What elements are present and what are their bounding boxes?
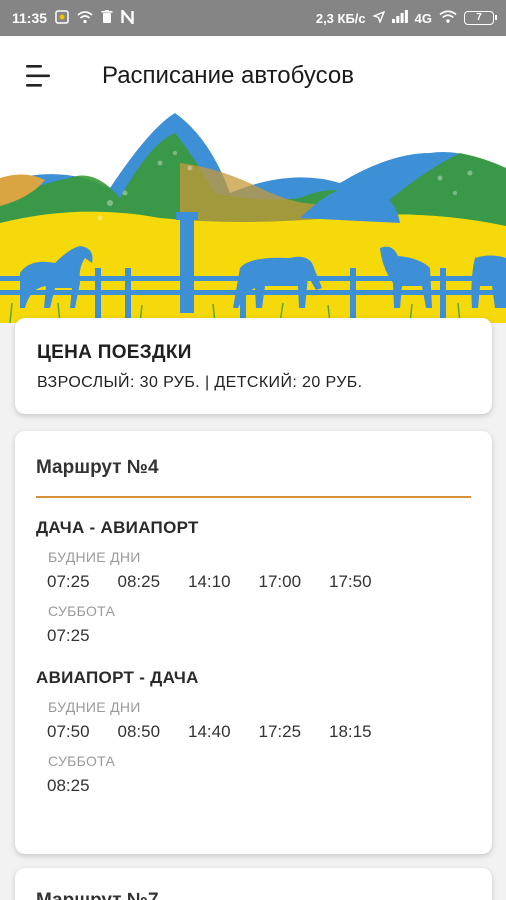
departure-time: 14:40	[188, 722, 231, 741]
departure-time: 07:50	[47, 722, 90, 741]
weekday-times: 07:25 08:25 14:10 17:00 17:50	[47, 572, 471, 592]
location-icon	[371, 10, 385, 26]
battery-icon: 7	[464, 11, 497, 25]
price-details: ВЗРОСЛЫЙ: 30 РУБ. | ДЕТСКИЙ: 20 РУБ.	[37, 374, 470, 392]
network-speed: 2,3 КБ/с	[315, 10, 366, 26]
departure-time: 08:25	[117, 572, 161, 591]
menu-button[interactable]	[8, 46, 68, 106]
direction-title: АВИАПОРТ - ДАЧА	[36, 668, 199, 687]
departure-time: 08:25	[47, 776, 90, 795]
route-title: Маршрут №7	[36, 890, 471, 900]
route-card: Маршрут №4 ДАЧА - АВИАПОРТ БУДНИЕ ДНИ 07…	[15, 431, 492, 854]
hamburger-menu-icon	[26, 65, 50, 87]
departure-time: 17:50	[329, 572, 372, 591]
price-card: ЦЕНА ПОЕЗДКИ ВЗРОСЛЫЙ: 30 РУБ. | ДЕТСКИЙ…	[15, 318, 492, 414]
network-type: 4G	[414, 10, 432, 26]
direction-title: ДАЧА - АВИАПОРТ	[36, 518, 199, 537]
signal-icon	[391, 10, 408, 26]
status-bar: 11:35 2,3 КБ/с 4G 7	[0, 0, 506, 36]
child-price: ДЕТСКИЙ: 20 РУБ.	[214, 374, 363, 391]
route-divider	[36, 496, 471, 498]
route-title: Маршрут №4	[36, 457, 159, 478]
wifi-notification-icon	[77, 10, 93, 27]
app-bar: Расписание автобусов	[0, 36, 506, 116]
n-notification-icon	[121, 7, 134, 27]
wifi-icon	[439, 10, 457, 26]
saturday-times: 08:25	[47, 776, 471, 796]
next-route-card: Маршрут №7	[15, 868, 492, 900]
clock: 11:35	[12, 10, 48, 26]
saturday-label: СУББОТА	[48, 603, 116, 619]
page-title: Расписание автобусов	[102, 62, 354, 89]
adult-price: ВЗРОСЛЫЙ: 30 РУБ.	[37, 374, 201, 391]
departure-time: 07:25	[47, 626, 90, 645]
weekday-label: БУДНИЕ ДНИ	[48, 549, 141, 565]
price-title: ЦЕНА ПОЕЗДКИ	[37, 342, 192, 363]
header-banner-illustration	[0, 108, 506, 323]
weekday-label: БУДНИЕ ДНИ	[48, 699, 141, 715]
price-separator: |	[204, 374, 210, 391]
departure-time: 14:10	[188, 572, 231, 591]
trash-notification-icon	[101, 9, 113, 27]
saturday-times: 07:25	[47, 626, 471, 646]
departure-time: 17:00	[258, 572, 302, 591]
departure-time: 07:25	[47, 572, 90, 591]
gallery-notification-icon	[55, 9, 69, 27]
departure-time: 17:25	[258, 722, 302, 741]
saturday-label: СУББОТА	[48, 753, 116, 769]
departure-time: 08:50	[117, 722, 161, 741]
weekday-times: 07:50 08:50 14:40 17:25 18:15	[47, 722, 471, 742]
departure-time: 18:15	[329, 722, 372, 741]
